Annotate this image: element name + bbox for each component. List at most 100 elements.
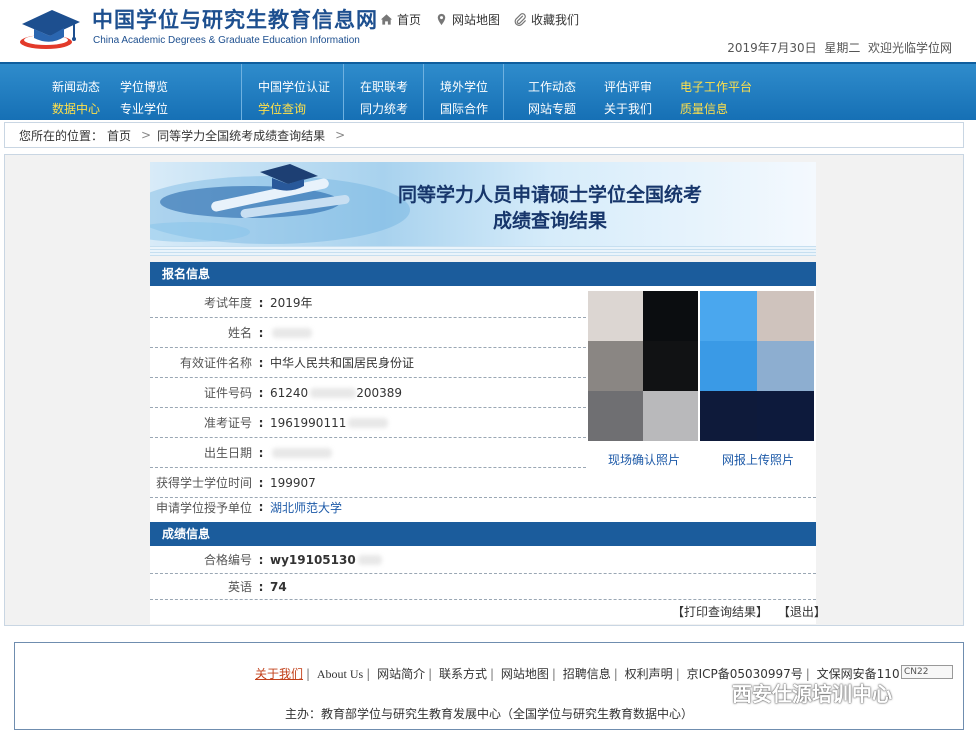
nav-e-platform[interactable]: 电子工作平台 xyxy=(680,78,752,95)
nav-group-2: 中国学位认证 学位查询 xyxy=(242,64,344,120)
footer-rights[interactable]: 权利声明 xyxy=(625,667,673,681)
exam-year-value: 2019年 xyxy=(270,296,313,310)
wechat-icon xyxy=(700,682,726,703)
sitemap-link-label: 网站地图 xyxy=(452,13,501,27)
row-degree-unit: 申请学位授予单位 : 湖北师范大学 xyxy=(150,494,816,520)
nav-degree-certification[interactable]: 中国学位认证 xyxy=(258,78,330,95)
site-title-en: China Academic Degrees & Graduate Educat… xyxy=(93,35,360,46)
current-date: 2019年7月30日 xyxy=(727,41,817,55)
id-type-label: 有效证件名称 xyxy=(179,356,252,370)
breadcrumb-separator: > xyxy=(141,128,152,142)
footer-about-cn[interactable]: 关于我们 xyxy=(255,667,303,681)
site-header: 中国学位与研究生教育信息网 China Academic Degrees & G… xyxy=(0,0,976,62)
row-birth-date: 出生日期 : xyxy=(150,438,586,468)
id-type-value: 中华人民共和国居民身份证 xyxy=(270,356,415,370)
onsite-photo-caption: 现场确认照片 xyxy=(608,453,681,467)
nav-quality-info[interactable]: 质量信息 xyxy=(680,100,728,117)
site-title-cn[interactable]: 中国学位与研究生教育信息网 xyxy=(92,4,378,34)
banner-title: 同等学力人员申请硕士学位全国统考 成绩查询结果 xyxy=(380,182,720,234)
redacted-pass-number xyxy=(357,554,382,565)
row-pass-number: 合格编号 : wy19105130 xyxy=(150,546,816,574)
id-number-value: 61240 xyxy=(270,385,309,400)
results-banner: 同等学力人员申请硕士学位全国统考 成绩查询结果 xyxy=(150,162,816,256)
nav-topics[interactable]: 网站专题 xyxy=(528,100,576,117)
footer-sponsor: 主办：教育部学位与研究生教育发展中心（全国学位与研究生教育数据中心） xyxy=(285,707,694,721)
redacted-ticket xyxy=(348,417,389,428)
degree-unit-value[interactable]: 湖北师范大学 xyxy=(270,499,342,516)
home-icon xyxy=(380,14,393,25)
degree-unit-label: 申请学位授予单位 xyxy=(155,500,252,515)
bachelor-time-label: 获得学士学位时间 xyxy=(155,476,252,490)
nav-overseas-degree[interactable]: 境外学位 xyxy=(440,78,488,95)
main-nav: 新闻动态 学位博览 数据中心 专业学位 中国学位认证 学位查询 在职联考 同力统… xyxy=(0,62,976,120)
wechat-watermark: 西安仕源培训中心 xyxy=(700,678,892,707)
onsite-photo xyxy=(588,291,698,441)
nav-group-5: 工作动态 评估评审 电子工作平台 网站专题 关于我们 质量信息 xyxy=(504,64,976,120)
nav-about[interactable]: 关于我们 xyxy=(604,100,652,117)
banner-title-line1: 同等学力人员申请硕士学位全国统考 xyxy=(397,184,702,206)
nav-equivalent-exam[interactable]: 同力统考 xyxy=(360,100,408,117)
nav-evaluation[interactable]: 评估评审 xyxy=(604,78,652,95)
row-id-type: 有效证件名称 : 中华人民共和国居民身份证 xyxy=(150,348,586,378)
nav-joint-exam[interactable]: 在职联考 xyxy=(360,78,408,95)
row-exam-year: 考试年度 : 2019年 xyxy=(150,288,586,318)
uploaded-photo xyxy=(700,291,814,441)
ticket-number-value: 1961990111 xyxy=(270,415,347,430)
id-number-label: 证件号码 xyxy=(203,386,252,400)
breadcrumb-separator-end: > xyxy=(335,128,346,142)
breadcrumb-home[interactable]: 首页 xyxy=(107,127,131,144)
result-actions: 【打印查询结果】 【退出】 xyxy=(666,603,826,620)
bookmark-link[interactable]: 收藏我们 xyxy=(514,11,579,28)
paperclip-icon xyxy=(514,13,527,26)
footer-contact[interactable]: 联系方式 xyxy=(439,667,487,681)
pass-number-value: wy19105130 xyxy=(270,552,356,567)
nav-degree-query[interactable]: 学位查询 xyxy=(258,100,306,117)
nav-data-center[interactable]: 数据中心 xyxy=(52,100,100,117)
nav-international[interactable]: 国际合作 xyxy=(440,100,488,117)
birth-date-label: 出生日期 xyxy=(203,446,252,460)
footer-about-en[interactable]: About Us xyxy=(317,667,363,681)
breadcrumb-prefix: 您所在的位置： xyxy=(19,128,104,143)
row-english-score: 英语 : 74 xyxy=(150,574,816,600)
score-section-heading: 成绩信息 xyxy=(150,522,816,546)
ticket-number-label: 准考证号 xyxy=(203,416,252,430)
uploaded-photo-caption: 网报上传照片 xyxy=(722,453,795,467)
date-line: 2019年7月30日 星期二 欢迎光临学位网 xyxy=(727,39,952,56)
exit-button[interactable]: 【退出】 xyxy=(778,605,826,619)
banner-stripe xyxy=(150,246,816,256)
welcome-text: 欢迎光临学位网 xyxy=(867,41,952,55)
home-link[interactable]: 首页 xyxy=(380,11,421,28)
footer-jobs[interactable]: 招聘信息 xyxy=(563,667,611,681)
exam-year-label: 考试年度 xyxy=(203,296,252,310)
nav-group-1: 新闻动态 学位博览 数据中心 专业学位 xyxy=(0,64,242,120)
redacted-birth-date xyxy=(272,447,332,458)
registration-section-heading: 报名信息 xyxy=(150,262,816,286)
nav-news[interactable]: 新闻动态 xyxy=(52,78,100,95)
english-score-value: 74 xyxy=(270,579,287,594)
redacted-id-middle xyxy=(310,387,357,398)
sitemap-link[interactable]: 网站地图 xyxy=(435,11,500,28)
nav-work-news[interactable]: 工作动态 xyxy=(528,78,576,95)
nav-group-4: 境外学位 国际合作 xyxy=(424,64,504,120)
id-number-tail: 200389 xyxy=(356,385,402,400)
nav-professional-degree[interactable]: 专业学位 xyxy=(120,100,168,117)
nav-group-3: 在职联考 同力统考 xyxy=(344,64,424,120)
row-id-number: 证件号码 : 61240 200389 xyxy=(150,378,586,408)
nav-degree-expo[interactable]: 学位博览 xyxy=(120,78,168,95)
name-label: 姓名 xyxy=(227,326,252,340)
cnzz-badge[interactable]: CN22 xyxy=(901,665,953,679)
print-result-button[interactable]: 【打印查询结果】 xyxy=(672,605,768,619)
footer-site-intro[interactable]: 网站简介 xyxy=(377,667,425,681)
row-name: 姓名 : xyxy=(150,318,586,348)
home-link-label: 首页 xyxy=(397,13,422,27)
breadcrumb: 您所在的位置： 首页 > 同等学力全国统考成绩查询结果 > xyxy=(4,122,964,148)
bachelor-time-value: 199907 xyxy=(270,475,316,490)
footer-sitemap[interactable]: 网站地图 xyxy=(501,667,549,681)
current-weekday: 星期二 xyxy=(824,41,861,55)
pass-number-label: 合格编号 xyxy=(203,553,252,567)
bookmark-link-label: 收藏我们 xyxy=(531,13,580,27)
graduation-cap-logo-icon[interactable] xyxy=(18,6,84,50)
redacted-name xyxy=(272,327,312,338)
watermark-text: 西安仕源培训中心 xyxy=(732,682,892,706)
banner-title-line2: 成绩查询结果 xyxy=(492,210,607,232)
